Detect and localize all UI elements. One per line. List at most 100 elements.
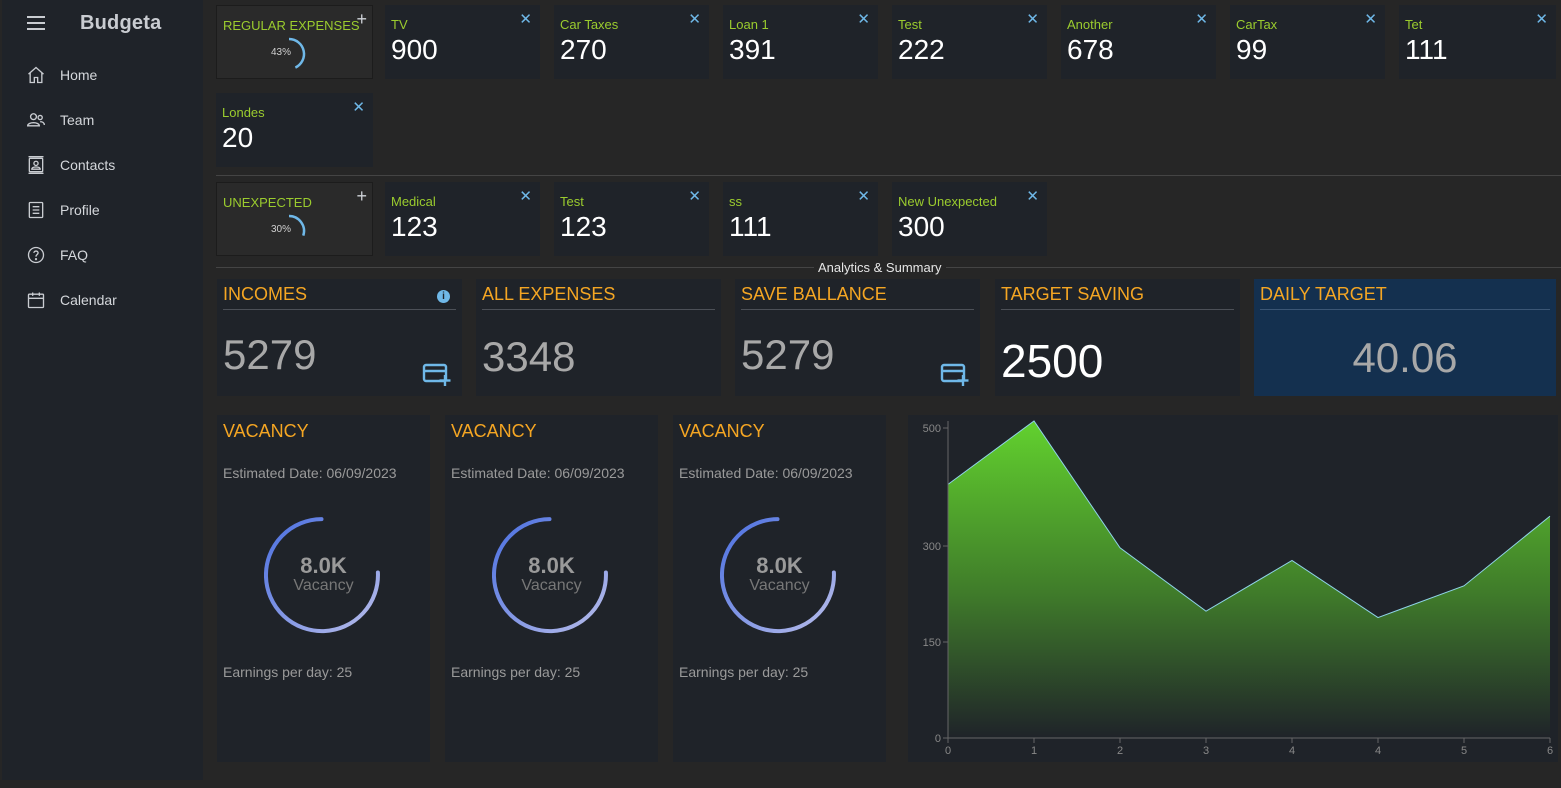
sidebar-item-label: Profile [60, 201, 100, 218]
expense-name: Test [898, 17, 922, 32]
brand-title: Budgeta [80, 12, 162, 34]
close-icon[interactable]: ✕ [519, 10, 532, 28]
close-icon[interactable]: ✕ [688, 187, 701, 205]
card-title: ALL EXPENSES [482, 284, 616, 304]
expense-name: Car Taxes [560, 17, 619, 32]
vacancy-card: VACANCY Estimated Date: 06/09/2023 8.0K … [445, 415, 658, 762]
close-icon[interactable]: ✕ [1026, 187, 1039, 205]
sidebar-item-label: Home [60, 66, 98, 83]
expense-card: TV 900 ✕ [385, 5, 540, 79]
incomes-card: INCOMES i 5279 [217, 279, 462, 396]
expense-name: TV [391, 17, 408, 32]
vacancy-amount: 8.0K [300, 553, 347, 578]
sidebar-item-contacts[interactable]: Contacts [2, 142, 203, 187]
add-card-icon[interactable] [940, 361, 970, 387]
regular-expenses-category: REGULAR EXPENSES + 43% [216, 5, 373, 79]
expense-value: 270 [560, 34, 607, 65]
expense-card: Medical 123 ✕ [385, 182, 540, 256]
expense-card: Test 222 ✕ [892, 5, 1047, 79]
expense-name: Londes [222, 105, 265, 120]
x-tick-label: 4 [1375, 745, 1381, 757]
estimated-date: Estimated Date: 06/09/2023 [451, 465, 625, 481]
y-tick-label: 0 [935, 733, 941, 745]
vacancy-card: VACANCY Estimated Date: 06/09/2023 8.0K … [673, 415, 886, 762]
close-icon[interactable]: ✕ [857, 187, 870, 205]
card-title: SAVE BALLANCE [741, 284, 887, 304]
area-chart: 0 150 300 500 0 1 2 3 4 4 5 6 [923, 420, 1553, 757]
estimated-date: Estimated Date: 06/09/2023 [679, 465, 853, 481]
vacancy-amount: 8.0K [756, 553, 803, 578]
earnings-per-day: Earnings per day: 25 [451, 664, 581, 680]
close-icon[interactable]: ✕ [352, 98, 365, 116]
earnings-per-day: Earnings per day: 25 [223, 664, 353, 680]
expense-card: Tet 111 ✕ [1399, 5, 1556, 79]
expense-card: Loan 1 391 ✕ [723, 5, 878, 79]
x-tick-label: 4 [1289, 745, 1295, 757]
expense-name: CarTax [1236, 17, 1278, 32]
expense-card: Car Taxes 270 ✕ [554, 5, 709, 79]
expense-name: Test [560, 194, 584, 209]
target-saving-card: TARGET SAVING 2500 [995, 279, 1240, 396]
divider [223, 309, 456, 310]
sidebar-item-home[interactable]: Home [2, 52, 203, 97]
close-icon[interactable]: ✕ [1026, 10, 1039, 28]
team-icon [25, 109, 47, 131]
sidebar-item-label: Calendar [60, 291, 117, 308]
info-icon[interactable]: i [437, 290, 450, 303]
sidebar-item-label: Contacts [60, 156, 116, 173]
add-card-icon[interactable] [422, 361, 452, 387]
expense-value: 391 [729, 34, 776, 65]
vacancy-label: Vacancy [749, 577, 810, 594]
close-icon[interactable]: ✕ [1535, 10, 1548, 28]
divider [216, 175, 1561, 176]
calendar-icon [25, 289, 47, 311]
divider [482, 309, 715, 310]
y-tick-label: 500 [923, 423, 941, 435]
card-title: INCOMES [223, 284, 308, 304]
expense-card: CarTax 99 ✕ [1230, 5, 1385, 79]
vacancy-label: Vacancy [521, 577, 582, 594]
divider [741, 309, 974, 310]
progress-ring: 30% [267, 213, 309, 249]
vacancy-amount: 8.0K [528, 553, 575, 578]
add-expense-button[interactable]: + [356, 9, 367, 30]
expense-name: Tet [1405, 17, 1423, 32]
close-icon[interactable]: ✕ [1195, 10, 1208, 28]
card-value: 5279 [223, 331, 317, 378]
category-title: UNEXPECTED [223, 195, 312, 210]
add-expense-button[interactable]: + [356, 186, 367, 207]
expense-value: 123 [391, 211, 438, 242]
sidebar-item-team[interactable]: Team [2, 97, 203, 142]
app-root: Budgeta Home Team Contacts Profile FAQ C… [0, 0, 1561, 788]
y-tick-label: 300 [923, 541, 941, 553]
card-value: 3348 [482, 333, 576, 380]
sidebar-item-calendar[interactable]: Calendar [2, 277, 203, 322]
vacancy-card: VACANCY Estimated Date: 06/09/2023 8.0K … [217, 415, 430, 762]
close-icon[interactable]: ✕ [857, 10, 870, 28]
x-tick-label: 2 [1117, 745, 1123, 757]
estimated-date: Estimated Date: 06/09/2023 [223, 465, 397, 481]
expense-value: 900 [391, 34, 438, 65]
expense-name: Loan 1 [729, 17, 769, 32]
sidebar-item-profile[interactable]: Profile [2, 187, 203, 232]
area-series [948, 421, 1550, 738]
close-icon[interactable]: ✕ [1364, 10, 1377, 28]
card-title: VACANCY [451, 421, 537, 441]
close-icon[interactable]: ✕ [519, 187, 532, 205]
expense-value: 222 [898, 34, 945, 65]
help-circle-icon [25, 244, 47, 266]
all-expenses-card: ALL EXPENSES 3348 [476, 279, 721, 396]
sidebar-item-faq[interactable]: FAQ [2, 232, 203, 277]
unexpected-category: UNEXPECTED + 30% [216, 182, 373, 256]
expense-card: Another 678 ✕ [1061, 5, 1216, 79]
sidebar: Budgeta Home Team Contacts Profile FAQ C… [2, 0, 203, 780]
close-icon[interactable]: ✕ [688, 10, 701, 28]
expense-value: 99 [1236, 34, 1268, 65]
expense-name: Another [1067, 17, 1113, 32]
expense-value: 111 [1405, 34, 1448, 65]
expense-value: 111 [729, 211, 772, 242]
menu-icon[interactable] [27, 16, 45, 30]
expense-name: Medical [391, 194, 436, 209]
sidebar-item-label: Team [60, 111, 95, 128]
expense-value: 20 [222, 122, 254, 153]
